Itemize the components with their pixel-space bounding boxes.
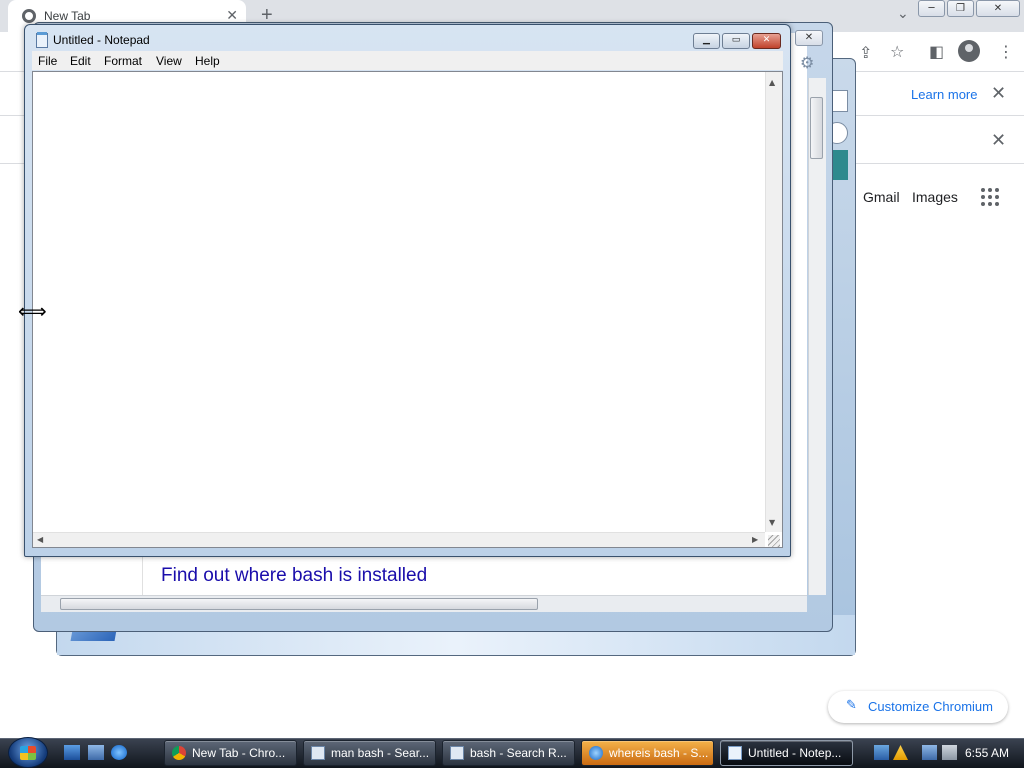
scroll-down-arrow-icon[interactable]: ▼	[769, 518, 775, 527]
scroll-up-arrow-icon[interactable]: ▲	[769, 78, 775, 87]
ie-icon	[589, 746, 603, 760]
menu-edit[interactable]: Edit	[70, 54, 91, 68]
search-horizontal-scroll-thumb[interactable]	[60, 598, 538, 610]
share-icon[interactable]: ⇪	[859, 43, 872, 62]
notepad-horizontal-scrollbar[interactable]	[33, 532, 765, 547]
search-vertical-scroll-thumb[interactable]	[810, 97, 823, 159]
volume-muted-icon[interactable]	[942, 745, 957, 760]
notepad-icon	[36, 32, 48, 48]
start-button[interactable]	[8, 737, 48, 768]
taskbar-item-chrome[interactable]: New Tab - Chro...	[164, 740, 297, 766]
show-desktop-icon[interactable]	[64, 745, 80, 760]
menu-file[interactable]: File	[38, 54, 57, 68]
notepad-maximize-button[interactable]: ▭	[722, 33, 750, 49]
chrome-favicon-icon	[22, 9, 36, 23]
profile-avatar[interactable]	[958, 40, 980, 62]
google-apps-icon[interactable]	[981, 188, 999, 206]
divider	[142, 556, 143, 596]
notepad-menubar	[32, 51, 783, 70]
search-doc-icon	[450, 746, 464, 760]
taskbar-item-label: whereis bash - S...	[609, 746, 709, 760]
notepad-close-button[interactable]: ✕	[752, 33, 781, 49]
minimize-button[interactable]: ─	[918, 0, 945, 17]
scroll-left-arrow-icon[interactable]: ◀	[37, 535, 43, 544]
tab-title: New Tab	[44, 9, 91, 23]
images-link[interactable]: Images	[912, 189, 958, 205]
menu-view[interactable]: View	[156, 54, 182, 68]
bookmark-star-icon[interactable]: ☆	[890, 42, 904, 61]
taskbar-item-label: Untitled - Notep...	[748, 746, 842, 760]
switch-windows-icon[interactable]	[88, 745, 104, 760]
gear-icon[interactable]: ⚙	[800, 53, 814, 72]
chrome-icon	[172, 746, 186, 760]
search-result-title-link[interactable]: Find out where bash is installed	[161, 565, 427, 587]
chrome-window-controls: ─ ❐ ✕	[918, 0, 1020, 17]
notepad-vertical-scrollbar[interactable]	[765, 72, 782, 532]
side-panel-icon[interactable]: ◧	[929, 42, 944, 61]
customize-label: Customize Chromium	[868, 699, 993, 714]
taskbar-item-whereis-bash[interactable]: whereis bash - S...	[581, 740, 714, 766]
tab-search-icon[interactable]: ⌄	[897, 6, 909, 22]
gmail-link[interactable]: Gmail	[863, 189, 900, 205]
notepad-text-area[interactable]	[32, 71, 783, 548]
notepad-minimize-button[interactable]: ▁	[693, 33, 720, 49]
search-window-close-button[interactable]: ✕	[795, 30, 823, 46]
display-tray-icon[interactable]	[922, 745, 937, 760]
chrome-menu-icon[interactable]: ⋮	[998, 42, 1014, 61]
menu-help[interactable]: Help	[195, 54, 220, 68]
restore-button[interactable]: ❐	[947, 0, 974, 17]
search-doc-icon	[311, 746, 325, 760]
learn-more-link[interactable]: Learn more	[911, 87, 977, 102]
taskbar-item-man-bash[interactable]: man bash - Sear...	[303, 740, 436, 766]
scroll-right-arrow-icon[interactable]: ▶	[752, 535, 758, 544]
customize-chromium-button[interactable]: ✎ Customize Chromium	[828, 691, 1008, 723]
taskbar-item-bash-search[interactable]: bash - Search R...	[442, 740, 575, 766]
taskbar-item-notepad[interactable]: Untitled - Notep...	[720, 740, 853, 766]
taskbar-item-label: bash - Search R...	[470, 746, 567, 760]
infobar-close-icon[interactable]: ✕	[991, 83, 1006, 104]
taskbar-item-label: New Tab - Chro...	[192, 746, 286, 760]
menu-format[interactable]: Format	[104, 54, 142, 68]
horizontal-resize-cursor-icon: ⟺	[18, 299, 47, 323]
notepad-title: Untitled - Notepad	[53, 33, 150, 47]
taskbar-clock[interactable]: 6:55 AM	[965, 746, 1009, 760]
notepad-icon	[728, 746, 742, 760]
ie-quicklaunch-icon[interactable]	[111, 745, 127, 760]
resize-grip-icon[interactable]	[768, 535, 780, 547]
infobar-2-close-icon[interactable]: ✕	[991, 130, 1006, 151]
close-button[interactable]: ✕	[976, 0, 1020, 17]
taskbar-item-label: man bash - Sear...	[331, 746, 430, 760]
pencil-icon: ✎	[846, 698, 857, 713]
network-tray-icon[interactable]	[874, 745, 889, 760]
